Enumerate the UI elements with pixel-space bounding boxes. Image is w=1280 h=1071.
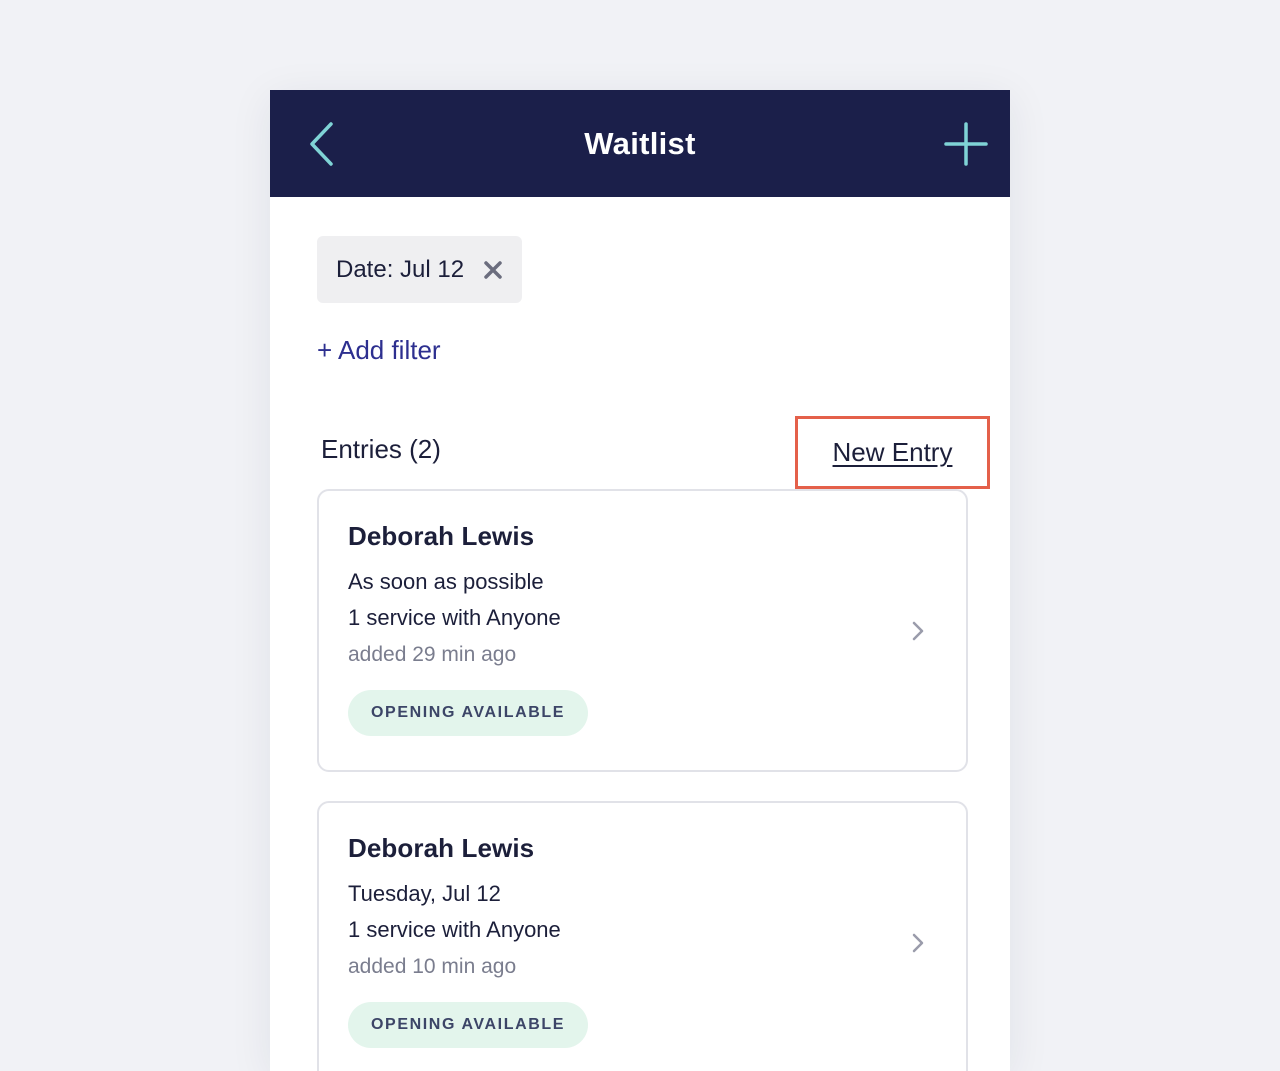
app-header: Waitlist <box>270 90 1010 197</box>
entry-added-time: added 29 min ago <box>348 643 517 666</box>
add-button[interactable] <box>940 118 992 170</box>
waitlist-entry-card[interactable]: Deborah Lewis Tuesday, Jul 12 1 service … <box>317 801 968 1071</box>
page-title: Waitlist <box>584 126 696 161</box>
filter-chip-label: Date: Jul 12 <box>336 255 465 283</box>
date-filter-chip[interactable]: Date: Jul 12 <box>317 236 523 303</box>
entry-service: 1 service with Anyone <box>348 605 561 630</box>
status-badge-label: OPENING AVAILABLE <box>371 704 566 721</box>
chevron-right-icon <box>908 617 928 645</box>
remove-filter-button[interactable] <box>482 259 504 281</box>
status-badge-label: OPENING AVAILABLE <box>371 1016 566 1033</box>
new-entry-link[interactable]: New Entry <box>833 437 953 468</box>
entry-service: 1 service with Anyone <box>348 917 561 942</box>
new-entry-highlight: New Entry <box>795 416 990 489</box>
back-button[interactable] <box>296 118 348 170</box>
add-filter-link[interactable]: + Add filter <box>317 335 441 366</box>
chevron-right-icon <box>908 929 928 957</box>
waitlist-entry-card[interactable]: Deborah Lewis As soon as possible 1 serv… <box>317 489 968 772</box>
waitlist-screen: Waitlist Date: Jul 12 + Add filter Entri… <box>270 90 1010 1071</box>
entry-client-name: Deborah Lewis <box>348 521 535 551</box>
status-badge: OPENING AVAILABLE <box>348 1002 589 1048</box>
plus-icon <box>944 122 988 166</box>
entries-heading: Entries (2) <box>321 434 441 464</box>
close-icon <box>484 260 502 279</box>
entry-timing: As soon as possible <box>348 569 544 594</box>
status-badge: OPENING AVAILABLE <box>348 690 589 736</box>
entry-client-name: Deborah Lewis <box>348 833 535 863</box>
entry-added-time: added 10 min ago <box>348 955 517 978</box>
chevron-left-icon <box>310 122 333 166</box>
entry-timing: Tuesday, Jul 12 <box>348 881 501 906</box>
